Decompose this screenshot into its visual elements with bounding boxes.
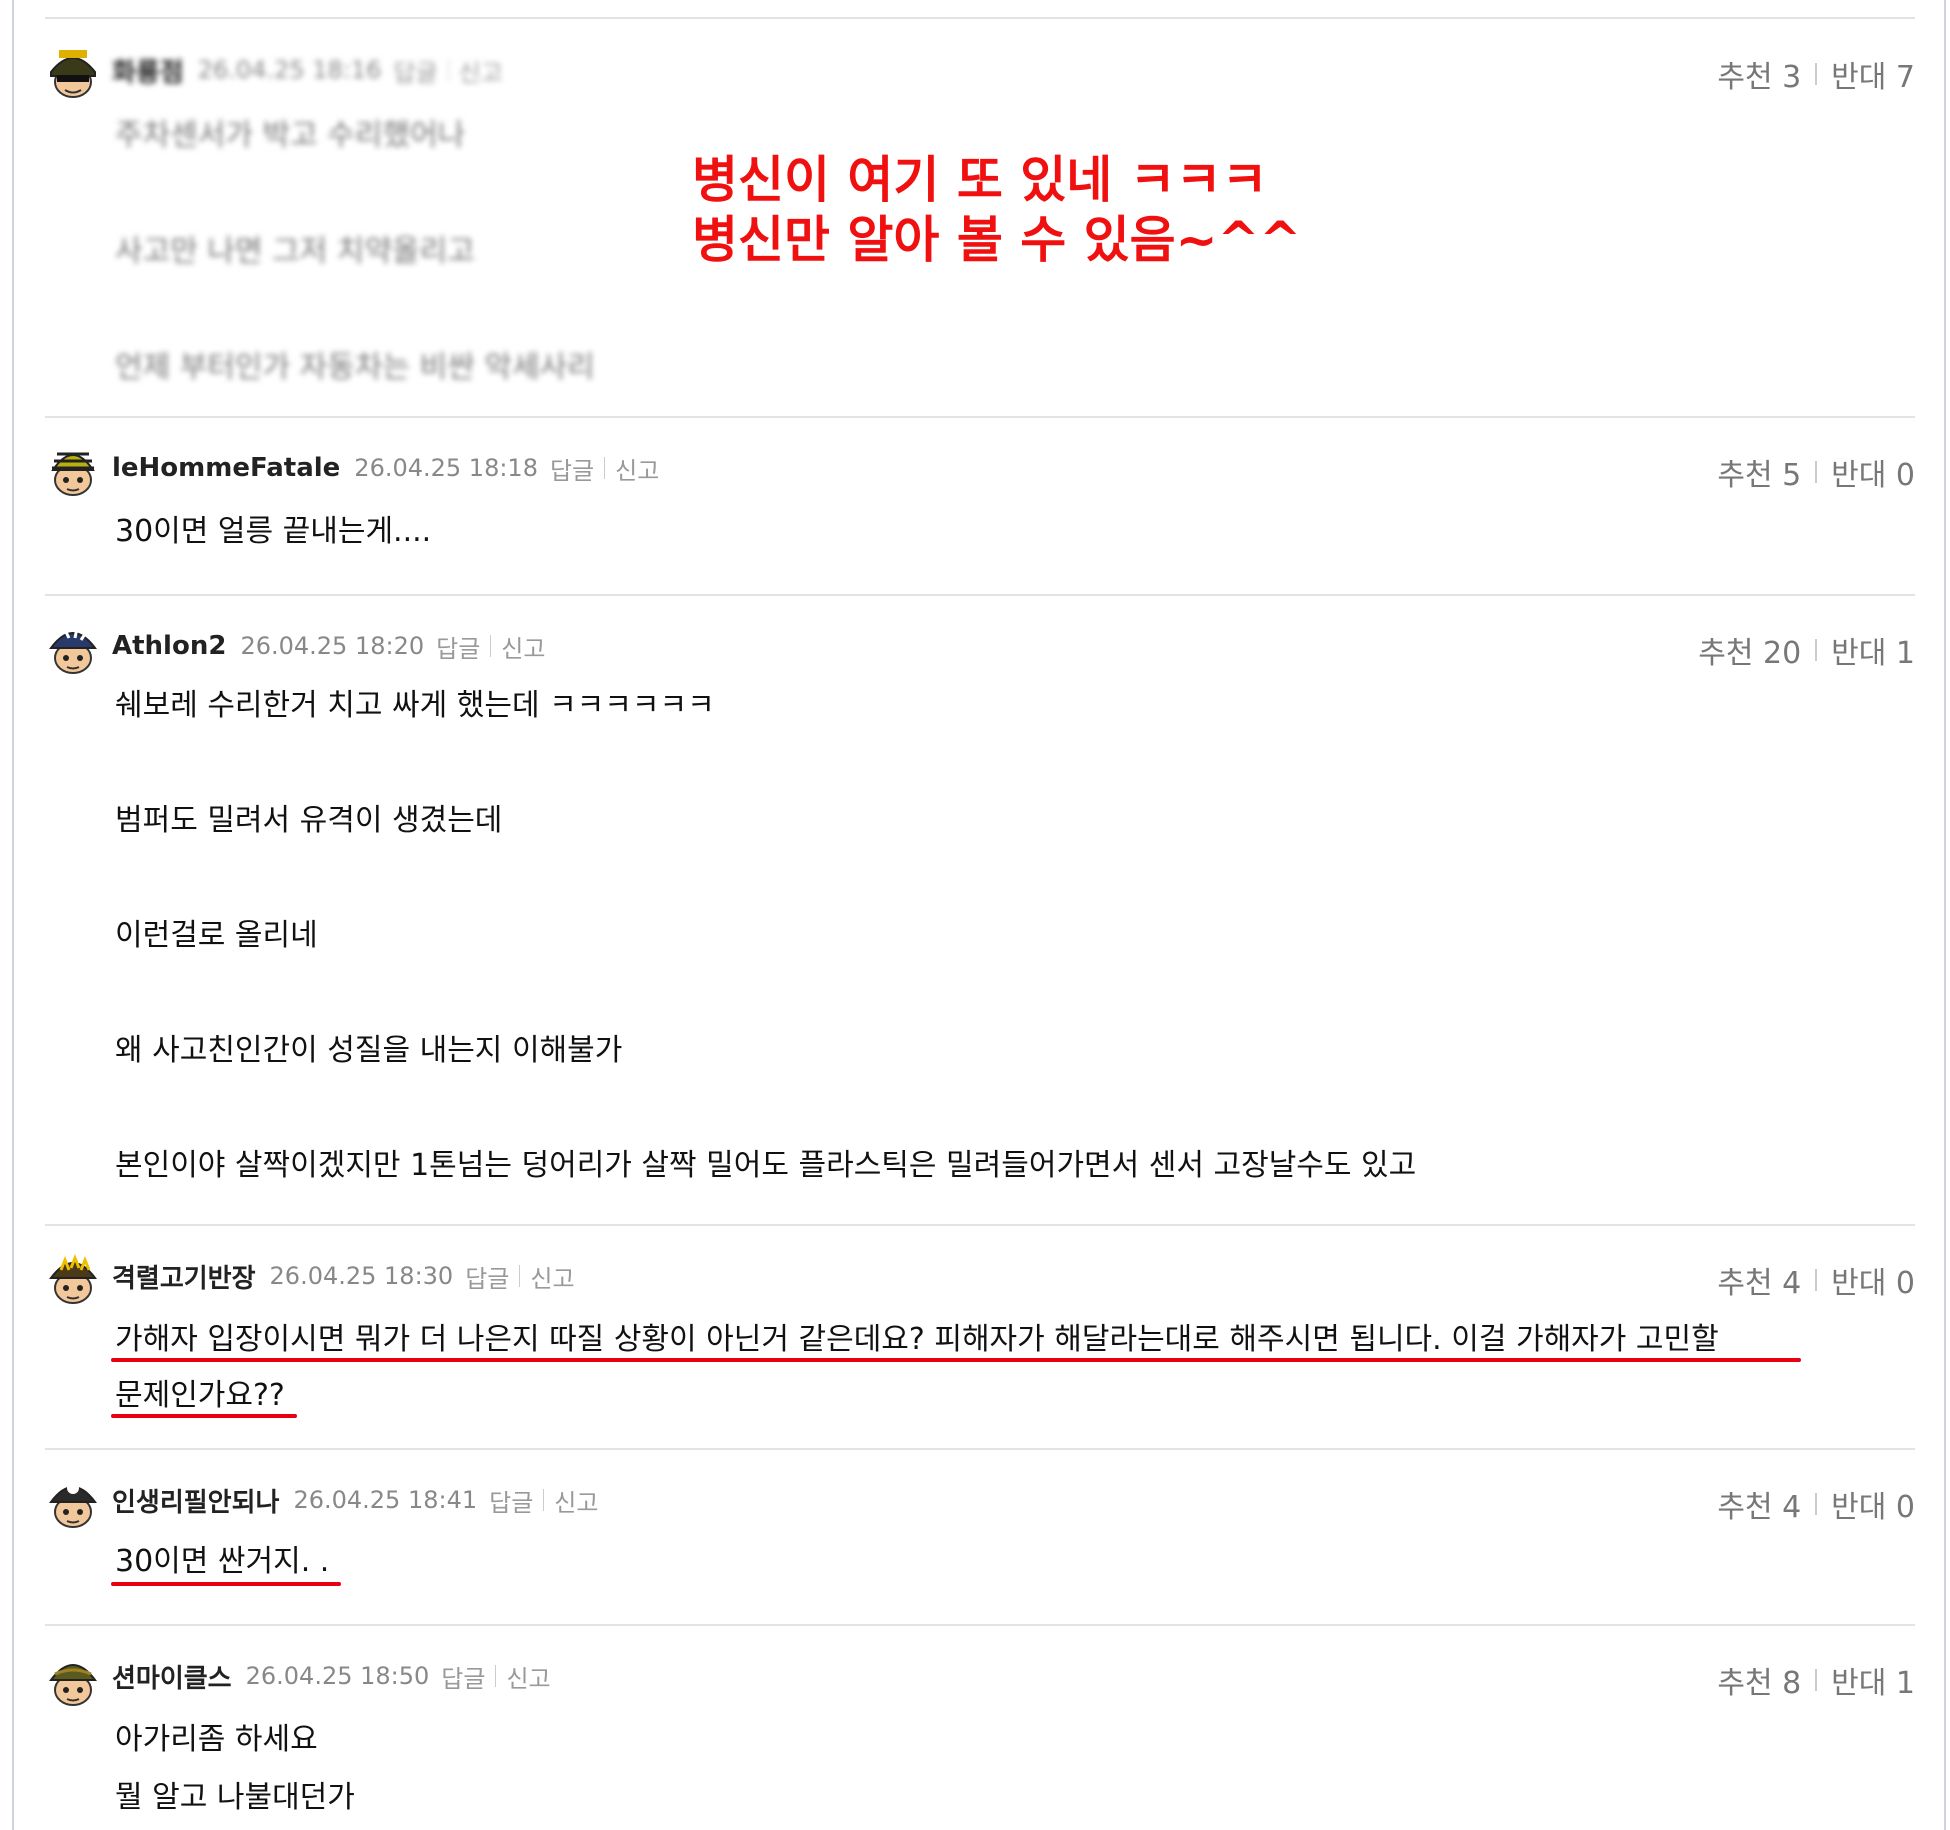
report-link[interactable]: 신고 <box>554 1483 598 1518</box>
separator <box>490 635 492 657</box>
avatar[interactable] <box>45 1650 101 1708</box>
annotation-overlay: 병신이 여기 또 있네 ㅋㅋㅋ 병신만 알아 볼 수 있음~^^ <box>692 150 1301 270</box>
separator <box>543 1489 545 1511</box>
reply-link[interactable]: 답글 <box>393 53 437 88</box>
separator <box>495 1665 497 1687</box>
recommend-count[interactable]: 추천 3 <box>1717 52 1801 96</box>
vote-counts: 추천 20 반대 1 <box>1698 628 1915 672</box>
recommend-count[interactable]: 추천 5 <box>1717 450 1801 494</box>
separator <box>1815 63 1818 85</box>
separator <box>1815 1493 1818 1515</box>
comment-author[interactable]: 화룡점 <box>112 52 184 89</box>
recommend-count[interactable]: 추천 4 <box>1717 1482 1801 1526</box>
comment-body: 30이면 얼릉 끝내는게.... <box>115 506 1855 566</box>
highlight-underline <box>111 1358 1801 1362</box>
report-link[interactable]: 신고 <box>501 629 545 664</box>
avatar[interactable] <box>45 1248 101 1306</box>
comment-meta: Athlon2 26.04.25 18:20 답글 신고 <box>112 626 545 666</box>
comment-meta: 격렬고기반장 26.04.25 18:30 답글 신고 <box>112 1256 575 1296</box>
vote-counts: 추천 4 반대 0 <box>1717 1258 1915 1302</box>
comment-author[interactable]: Athlon2 <box>112 631 226 661</box>
avatar[interactable] <box>45 1472 101 1530</box>
reply-link[interactable]: 답글 <box>441 1659 485 1694</box>
comment-line: 왜 사고친인간이 성질을 내는지 이해불가 <box>115 1033 623 1068</box>
comment-line: 뭘 알고 나불대던가 <box>115 1780 355 1815</box>
reply-link[interactable]: 답글 <box>489 1483 533 1518</box>
separator <box>1815 1269 1818 1291</box>
recommend-count[interactable]: 추천 8 <box>1717 1658 1801 1702</box>
report-link[interactable]: 신고 <box>530 1259 574 1294</box>
annotation-line-1: 병신이 여기 또 있네 ㅋㅋㅋ <box>692 151 1268 209</box>
avatar[interactable] <box>45 618 101 676</box>
comment-date: 26.04.25 18:30 <box>269 1262 454 1290</box>
comment-line: 30이면 싼거지. . <box>115 1544 330 1579</box>
comment-date: 26.04.25 18:18 <box>354 454 538 482</box>
recommend-count[interactable]: 추천 4 <box>1717 1258 1801 1302</box>
comment-body: 30이면 싼거지. . <box>111 1536 1855 1606</box>
separator <box>1815 639 1818 661</box>
reply-link[interactable]: 답글 <box>550 451 594 486</box>
separator <box>1815 1669 1818 1691</box>
separator <box>604 457 606 479</box>
comment-line: 주차센서가 박고 수리했어나 <box>115 118 466 153</box>
oppose-count[interactable]: 반대 1 <box>1831 1658 1915 1702</box>
separator <box>519 1265 521 1287</box>
comment-date: 26.04.25 18:16 <box>197 56 382 84</box>
vote-counts: 추천 3 반대 7 <box>1717 52 1915 96</box>
reply-link[interactable]: 답글 <box>436 629 480 664</box>
annotation-line-2: 병신만 알아 볼 수 있음~^^ <box>692 211 1302 269</box>
comment-line: 30이면 얼릉 끝내는게.... <box>115 514 432 549</box>
comment-item: 션마이클스 26.04.25 18:50 답글 신고 추천 8 반대 1 아가리… <box>45 1626 1915 1830</box>
oppose-count[interactable]: 반대 0 <box>1831 1482 1915 1526</box>
avatar[interactable] <box>45 440 101 498</box>
comment-meta: 화룡점 26.04.25 18:16 답글 신고 <box>112 50 503 90</box>
report-link[interactable]: 신고 <box>615 451 659 486</box>
comment-author[interactable]: 인생리필안되나 <box>112 1482 279 1519</box>
avatar[interactable] <box>45 42 101 100</box>
comment-meta: 션마이클스 26.04.25 18:50 답글 신고 <box>112 1656 551 1696</box>
oppose-count[interactable]: 반대 0 <box>1831 1258 1915 1302</box>
comment-meta: 인생리필안되나 26.04.25 18:41 답글 신고 <box>112 1480 598 1520</box>
comment-item: Athlon2 26.04.25 18:20 답글 신고 추천 20 반대 1 … <box>45 596 1915 1226</box>
comment-line: 범퍼도 밀려서 유격이 생겼는데 <box>115 803 503 838</box>
recommend-count[interactable]: 추천 20 <box>1698 628 1801 672</box>
comment-line: 쉐보레 수리한거 치고 싸게 했는데 ㅋㅋㅋㅋㅋㅋ <box>115 688 715 723</box>
comment-line: 언제 부터인가 자동차는 비싼 악세사리 <box>115 350 595 385</box>
oppose-count[interactable]: 반대 0 <box>1831 450 1915 494</box>
comment-date: 26.04.25 18:41 <box>293 1486 478 1514</box>
comment-body: 가해자 입장이시면 뭐가 더 나은지 따질 상황이 아닌거 같은데요? 피해자가… <box>111 1314 1855 1434</box>
vote-counts: 추천 4 반대 0 <box>1717 1482 1915 1526</box>
oppose-count[interactable]: 반대 7 <box>1831 52 1915 96</box>
comment-body: 아가리좀 하세요 뭘 알고 나불대던가 <box>115 1714 1855 1824</box>
comment-author[interactable]: leHommeFatale <box>112 453 340 483</box>
highlight-underline <box>111 1414 297 1418</box>
separator <box>1815 461 1818 483</box>
comment-date: 26.04.25 18:50 <box>245 1662 430 1690</box>
separator <box>447 59 449 81</box>
comment-body: 쉐보레 수리한거 치고 싸게 했는데 ㅋㅋㅋㅋㅋㅋ 범퍼도 밀려서 유격이 생겼… <box>115 680 1855 1200</box>
report-link[interactable]: 신고 <box>459 53 503 88</box>
comment-item: 인생리필안되나 26.04.25 18:41 답글 신고 추천 4 반대 0 3… <box>45 1450 1915 1626</box>
comment-line: 문제인가요?? <box>115 1378 285 1413</box>
comment-line: 본인이야 살짝이겠지만 1톤넘는 덩어리가 살짝 밀어도 플라스틱은 밀려들어가… <box>115 1148 1417 1183</box>
comment-author[interactable]: 션마이클스 <box>112 1658 232 1695</box>
comment-date: 26.04.25 18:20 <box>240 632 425 660</box>
comment-line: 사고만 나면 그저 치약올리고 <box>115 234 475 269</box>
vote-counts: 추천 8 반대 1 <box>1717 1658 1915 1702</box>
oppose-count[interactable]: 반대 1 <box>1831 628 1915 672</box>
comment-line: 가해자 입장이시면 뭐가 더 나은지 따질 상황이 아닌거 같은데요? 피해자가… <box>115 1322 1719 1357</box>
comment-line: 아가리좀 하세요 <box>115 1722 318 1757</box>
vote-counts: 추천 5 반대 0 <box>1717 450 1915 494</box>
comment-meta: leHommeFatale 26.04.25 18:18 답글 신고 <box>112 448 659 488</box>
report-link[interactable]: 신고 <box>506 1659 550 1694</box>
comment-item: leHommeFatale 26.04.25 18:18 답글 신고 추천 5 … <box>45 418 1915 596</box>
comment-item: 격렬고기반장 26.04.25 18:30 답글 신고 추천 4 반대 0 가해… <box>45 1226 1915 1450</box>
comment-line: 이런걸로 올리네 <box>115 918 318 953</box>
comment-author[interactable]: 격렬고기반장 <box>112 1258 256 1295</box>
highlight-underline <box>111 1582 341 1586</box>
reply-link[interactable]: 답글 <box>465 1259 509 1294</box>
